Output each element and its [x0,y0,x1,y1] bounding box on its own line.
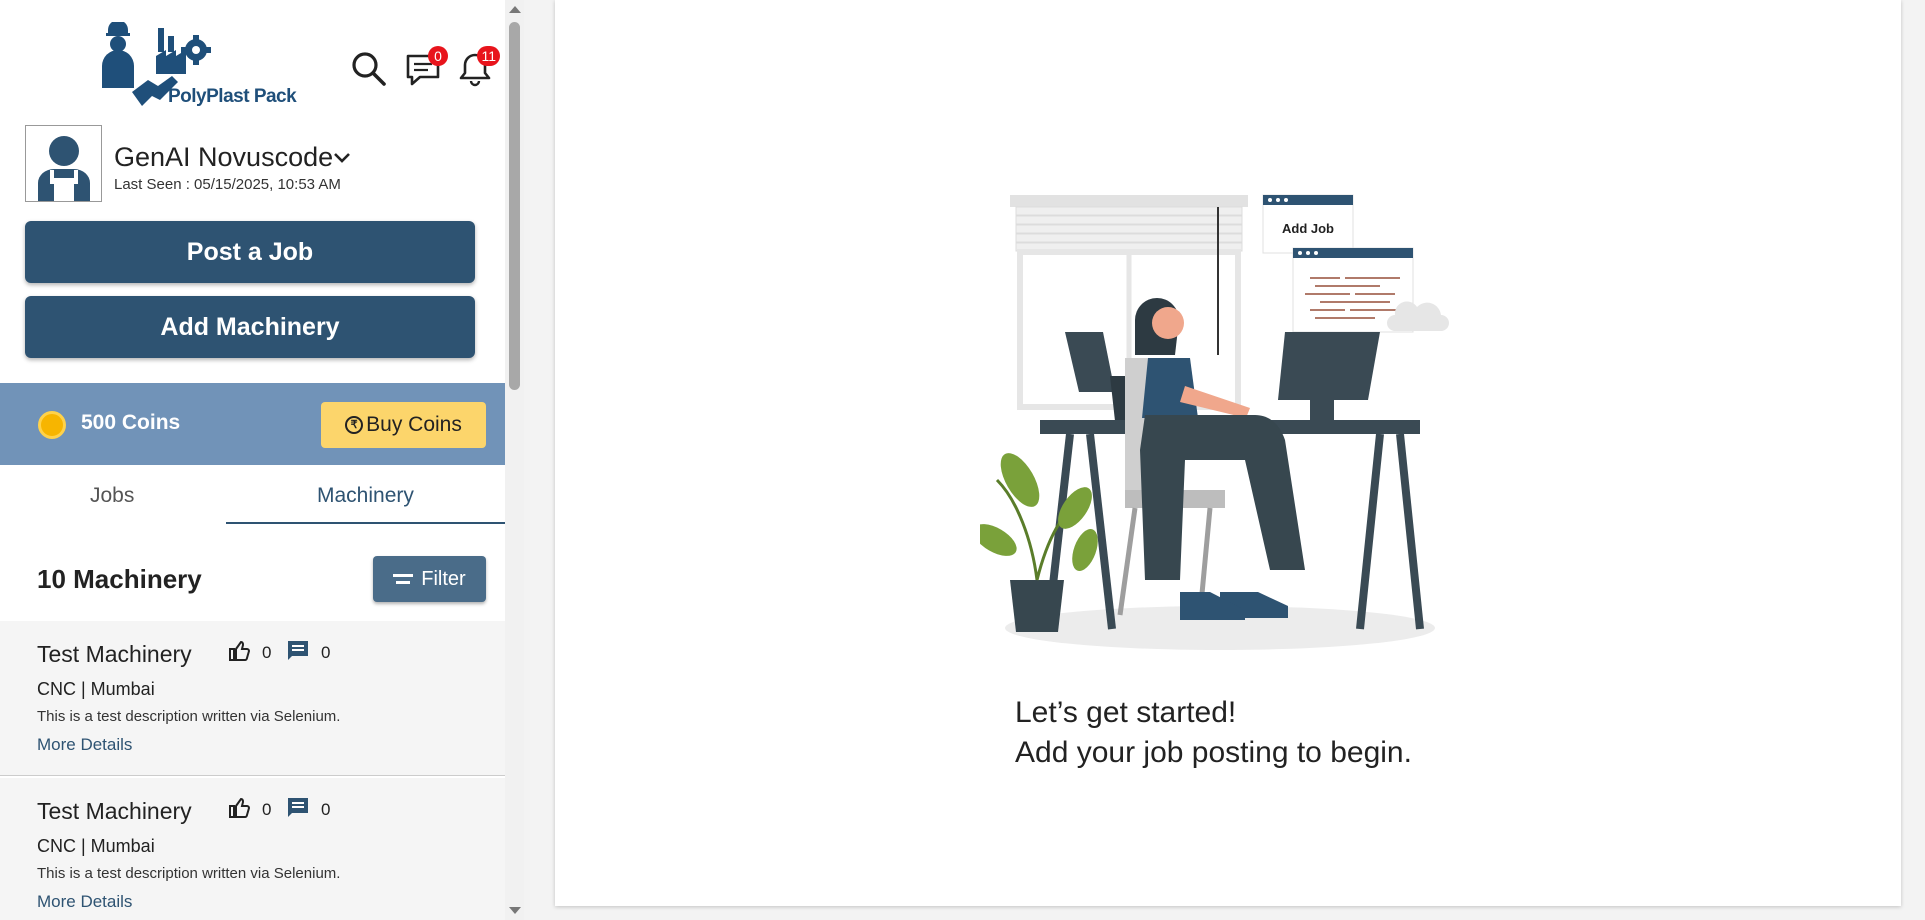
thumbs-up-icon[interactable] [227,639,251,663]
add-machinery-button[interactable]: Add Machinery [25,296,475,358]
scroll-up-arrow[interactable] [509,6,521,13]
thumbs-up-icon[interactable] [227,796,251,820]
last-seen-text: Last Seen : 05/15/2025, 10:53 AM [114,176,341,193]
more-details-link[interactable]: More Details [37,735,132,755]
brand-name: PolyPlast Pack [168,86,297,107]
scroll-thumb[interactable] [509,22,520,390]
sidebar: PolyPlast Pack 0 11 GenAI Novuscode Last… [0,0,505,920]
list-item[interactable]: Test Machinery 0 0 CNC | Mumbai This is … [0,621,505,776]
avatar[interactable] [25,125,102,202]
comments-count: 0 [321,800,331,819]
user-name[interactable]: GenAI Novuscode [114,142,333,173]
active-tab-indicator [226,522,505,524]
coins-balance: 500 Coins [81,411,181,434]
coin-icon [38,411,66,439]
likes-count: 0 [262,643,272,662]
search-icon[interactable] [350,50,388,88]
machinery-subtitle: CNC | Mumbai [37,679,155,699]
more-details-link[interactable]: More Details [37,892,132,912]
sidebar-scrollbar[interactable] [505,0,524,920]
machinery-subtitle: CNC | Mumbai [37,836,155,856]
empty-state-title: Let’s get started! [1015,696,1237,729]
buy-coins-label: Buy Coins [366,413,462,436]
comment-icon[interactable] [286,796,310,820]
tab-jobs[interactable]: Jobs [90,484,134,508]
buy-coins-button[interactable]: ₹ Buy Coins [321,402,486,448]
coins-bar: 500 Coins ₹ Buy Coins [0,383,505,465]
list-title: 10 Machinery [37,564,202,594]
filter-icon [393,572,414,586]
post-job-button[interactable]: Post a Job [25,221,475,283]
notifications-button[interactable]: 11 [456,46,500,88]
filter-button[interactable]: Filter [373,556,486,602]
main-panel: Add Job Let’s get started! Add your job … [555,0,1901,906]
comments-count: 0 [321,643,331,662]
tab-machinery[interactable]: Machinery [317,484,414,508]
filter-label: Filter [421,567,466,590]
add-job-badge: Add Job [1282,221,1334,236]
machinery-description: This is a test description written via S… [37,865,341,882]
chevron-down-icon[interactable] [332,148,352,168]
list-item[interactable]: Test Machinery 0 0 CNC | Mumbai This is … [0,778,505,920]
likes-count: 0 [262,800,272,819]
rupee-icon: ₹ [345,416,364,434]
machinery-title: Test Machinery [37,798,192,824]
empty-state-subtitle: Add your job posting to begin. [1015,736,1412,769]
machinery-description: This is a test description written via S… [37,708,341,725]
messages-badge: 0 [428,46,448,66]
empty-state-illustration: Add Job [980,194,1449,650]
machinery-title: Test Machinery [37,641,192,667]
notifications-badge: 11 [477,46,500,66]
comment-icon[interactable] [286,639,310,663]
scroll-down-arrow[interactable] [509,907,521,914]
messages-button[interactable]: 0 [404,46,448,88]
